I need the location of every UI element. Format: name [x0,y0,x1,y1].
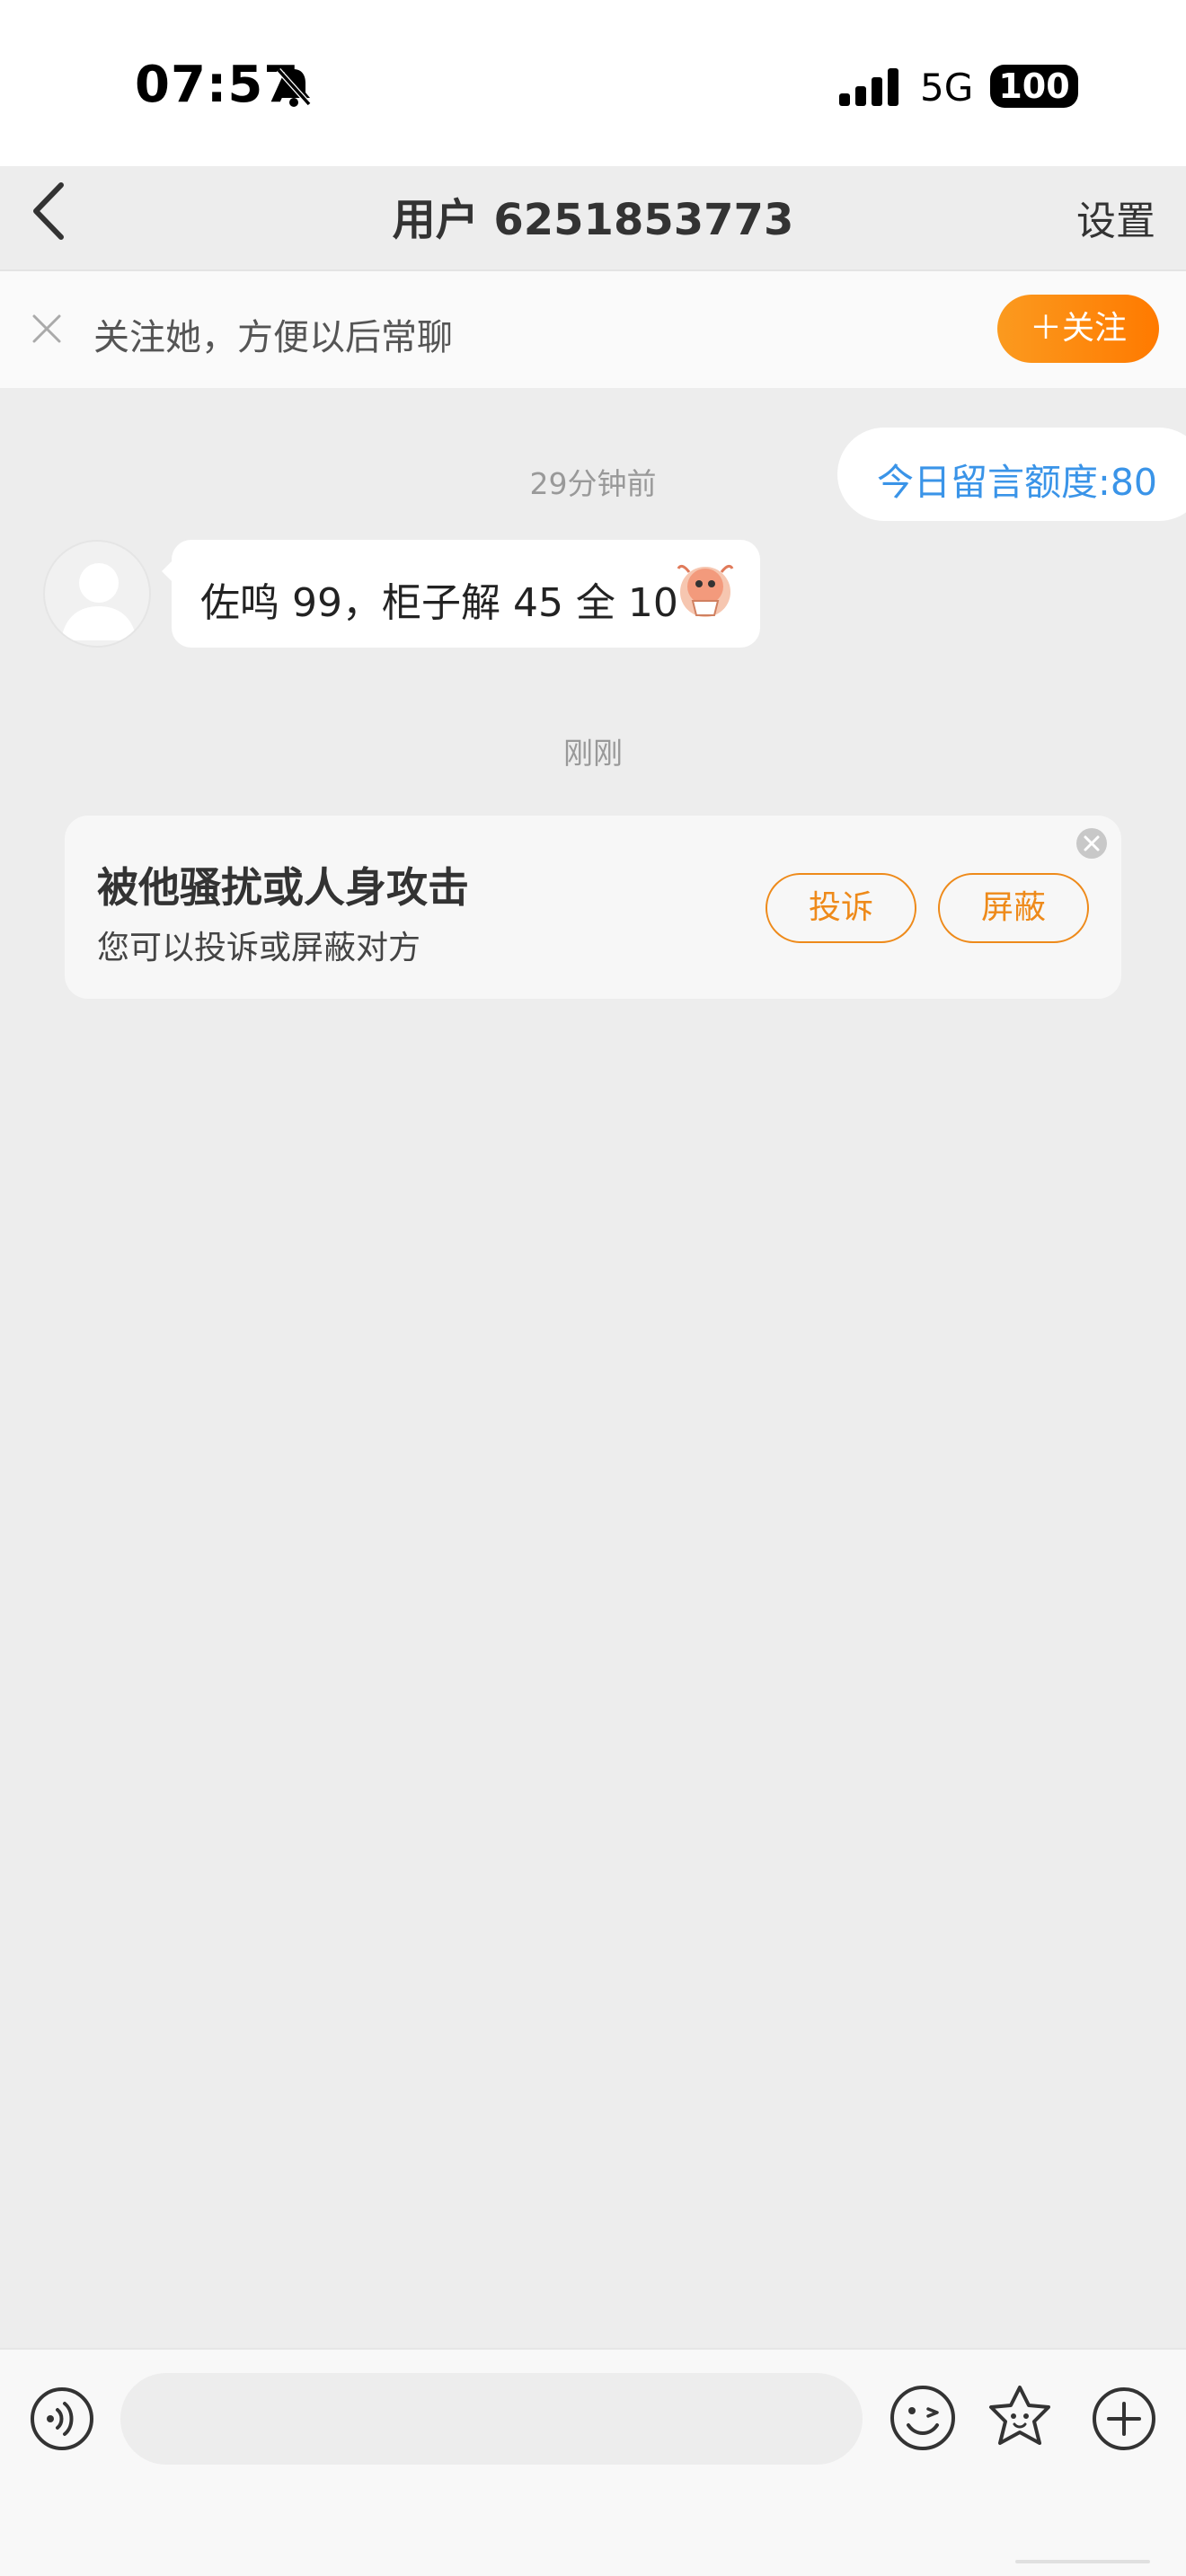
shrimp-sticker-icon [677,564,734,617]
avatar[interactable] [43,540,151,648]
report-card: 被他骚扰或人身攻击 您可以投诉或屏蔽对方 投诉 屏蔽 [65,816,1121,999]
emoji-icon[interactable] [889,2384,957,2452]
battery-icon: 100 [990,65,1078,108]
status-bar: 07:57 5G 100 [0,0,1186,166]
report-button[interactable]: 投诉 [766,873,916,943]
signal-icon [839,68,898,106]
follow-banner: 关注她，方便以后常聊 ＋关注 [0,271,1186,388]
page-title: 用户 6251853773 [392,195,794,245]
close-icon[interactable] [29,311,65,347]
report-card-subtitle: 您可以投诉或屏蔽对方 [97,930,421,966]
message-bubble[interactable]: 佐鸣 99，柜子解 45 全 10 [172,540,760,648]
message-timestamp: 刚刚 [563,736,623,771]
message-input[interactable] [120,2373,863,2465]
report-card-title: 被他骚扰或人身攻击 [97,863,469,912]
close-icon[interactable] [1075,826,1109,860]
input-bar [0,2348,1186,2576]
sticker-icon[interactable] [984,2382,1056,2454]
message-text: 佐鸣 99，柜子解 45 全 10 [200,580,678,626]
settings-button[interactable]: 设置 [1076,189,1155,246]
network-label: 5G [920,66,974,110]
follow-button[interactable]: ＋关注 [997,295,1159,363]
message-timestamp: 29分钟前 [529,466,657,501]
plus-icon[interactable] [1091,2386,1157,2452]
default-avatar-icon [61,563,137,640]
follow-banner-text: 关注她，方便以后常聊 [93,317,453,358]
battery-nub [1070,77,1077,95]
block-button[interactable]: 屏蔽 [938,873,1089,943]
bell-muted-icon [276,67,312,107]
voice-icon[interactable] [29,2386,95,2452]
home-indicator [1015,2560,1150,2563]
